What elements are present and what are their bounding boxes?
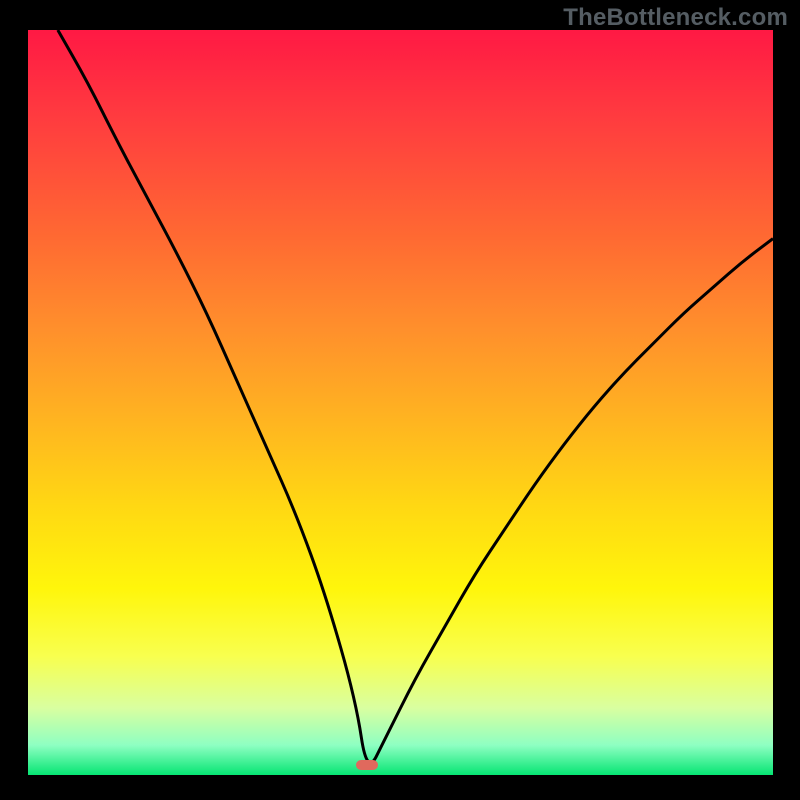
plot-area [28, 30, 773, 775]
minimum-marker [356, 760, 378, 770]
bottleneck-curve [58, 30, 773, 763]
curve-svg [28, 30, 773, 775]
watermark-text: TheBottleneck.com [563, 4, 788, 32]
chart-container: TheBottleneck.com [0, 0, 800, 800]
